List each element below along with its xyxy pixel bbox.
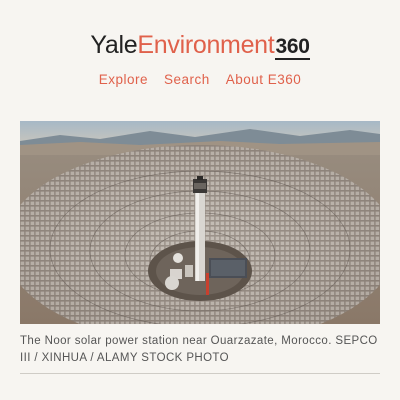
site-logo[interactable]: YaleEnvironment360 (0, 30, 400, 62)
nav-search-link[interactable]: Search (164, 72, 210, 87)
photo-caption: The Noor solar power station near Ouarza… (20, 335, 378, 364)
logo-environment: Environment (137, 31, 275, 59)
divider (20, 373, 380, 374)
nav-about-link[interactable]: About E360 (226, 72, 302, 87)
logo-360: 360 (275, 35, 310, 60)
logo-yale: Yale (90, 31, 138, 59)
main-nav: Explore Search About E360 (0, 72, 400, 87)
nav-explore-link[interactable]: Explore (99, 72, 148, 87)
feature-photo (20, 121, 380, 324)
